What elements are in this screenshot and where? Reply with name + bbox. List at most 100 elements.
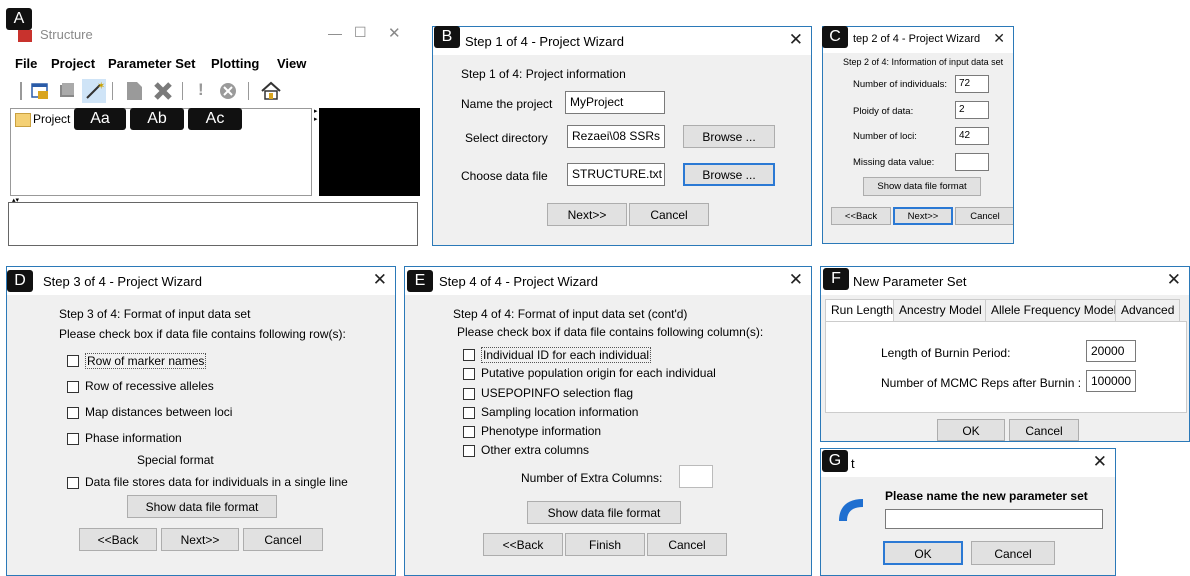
panel-label-c: C	[822, 26, 848, 48]
close-button[interactable]: ✕	[388, 24, 401, 42]
checkbox-label: Data file stores data for individuals in…	[85, 475, 348, 489]
menu-file[interactable]: File	[15, 56, 37, 71]
delete-icon[interactable]	[152, 80, 174, 102]
back-button[interactable]: <<Back	[79, 528, 157, 551]
checkbox-label: Sampling location information	[481, 405, 639, 419]
toolbar: ✶ !	[12, 78, 412, 104]
menu-view[interactable]: View	[277, 56, 306, 71]
checkbox-marker-names[interactable]	[67, 355, 79, 367]
dialog-title: Step 3 of 4 - Project Wizard	[43, 274, 202, 289]
menu-parameter-set[interactable]: Parameter Set	[108, 56, 195, 71]
checkbox-sampling-location[interactable]	[463, 407, 475, 419]
directory-input[interactable]: Rezaei\08 SSRs	[567, 125, 665, 148]
splitter-arrows[interactable]: ▸ ▸	[314, 108, 318, 138]
next-button[interactable]: Next>>	[547, 203, 627, 226]
show-data-file-format-button[interactable]: Show data file format	[863, 177, 981, 196]
minimize-button[interactable]: —	[328, 25, 342, 41]
browse-directory-button[interactable]: Browse ...	[683, 125, 775, 148]
checkbox-label: USEPOPINFO selection flag	[481, 386, 634, 400]
data-file-input[interactable]: STRUCTURE.txt	[567, 163, 665, 186]
ok-button[interactable]: OK	[883, 541, 963, 565]
special-format-heading: Special format	[137, 453, 214, 467]
cancel-button[interactable]: Cancel	[243, 528, 323, 551]
individuals-input[interactable]: 72	[955, 75, 989, 93]
tree-item-project[interactable]: Project	[33, 112, 70, 126]
next-button[interactable]: Next>>	[893, 207, 953, 225]
maximize-button[interactable]: ☐	[354, 24, 367, 41]
mcmc-label: Number of MCMC Reps after Burnin :	[881, 376, 1082, 390]
close-icon[interactable]: ✕	[1167, 270, 1181, 290]
tab-run-length[interactable]: Run Length	[825, 299, 900, 321]
toolbar-separator	[112, 82, 113, 100]
show-data-file-format-button[interactable]: Show data file format	[127, 495, 277, 518]
tab-ancestry-model[interactable]: Ancestry Model	[893, 299, 988, 321]
burnin-label: Length of Burnin Period:	[881, 346, 1011, 360]
individuals-label: Number of individuals:	[853, 79, 947, 90]
step-heading: Step 1 of 4: Project information	[461, 67, 626, 81]
checkbox-other-extra-columns[interactable]	[463, 445, 475, 457]
show-data-file-format-button[interactable]: Show data file format	[527, 501, 681, 524]
tab-strip: Run Length Ancestry Model Allele Frequen…	[825, 299, 1187, 321]
back-button[interactable]: <<Back	[831, 207, 891, 225]
checkbox-individual-id[interactable]	[463, 349, 475, 361]
callout-aa: Aa	[74, 108, 126, 130]
menu-project[interactable]: Project	[51, 56, 95, 71]
checkbox-label: Other extra columns	[481, 443, 590, 457]
checkbox-single-line[interactable]	[67, 477, 79, 489]
title-bar: Step 1 of 4 - Project Wizard ✕	[433, 27, 811, 55]
run-icon[interactable]: !	[198, 80, 204, 100]
data-file-label: Choose data file	[461, 169, 548, 183]
step-heading: Step 3 of 4: Format of input data set	[59, 307, 251, 321]
cancel-button[interactable]: Cancel	[647, 533, 727, 556]
back-button[interactable]: <<Back	[483, 533, 563, 556]
cancel-button[interactable]: Cancel	[1009, 419, 1079, 441]
dialog-title: Step 4 of 4 - Project Wizard	[439, 274, 598, 289]
toolbar-separator	[248, 82, 249, 100]
document-icon[interactable]	[124, 80, 144, 102]
mcmc-input[interactable]: 100000	[1086, 370, 1136, 392]
open-project-icon[interactable]	[57, 81, 77, 101]
new-parameter-set-dialog: New Parameter Set ✕ Run Length Ancestry …	[820, 266, 1190, 442]
checkbox-population-origin[interactable]	[463, 368, 475, 380]
tab-allele-frequency-model[interactable]: Allele Frequency Model	[985, 299, 1123, 321]
tab-advanced[interactable]: Advanced	[1115, 299, 1181, 321]
checkbox-usepopinfo[interactable]	[463, 388, 475, 400]
cancel-button[interactable]: Cancel	[971, 541, 1055, 565]
wizard-wand-icon[interactable]: ✶	[82, 79, 106, 103]
loci-input[interactable]: 42	[955, 127, 989, 145]
ploidy-input[interactable]: 2	[955, 101, 989, 119]
checkbox-map-distances[interactable]	[67, 407, 79, 419]
close-icon[interactable]: ✕	[789, 30, 803, 50]
close-icon[interactable]: ✕	[993, 30, 1005, 47]
menu-bar: File Project Parameter Set Plotting View	[15, 56, 415, 74]
finish-button[interactable]: Finish	[565, 533, 645, 556]
checkbox-phenotype[interactable]	[463, 426, 475, 438]
dialog-body: Run Length Ancestry Model Allele Frequen…	[821, 295, 1189, 441]
menu-plotting[interactable]: Plotting	[211, 56, 259, 71]
close-icon[interactable]: ✕	[789, 270, 803, 290]
parameter-set-name-input[interactable]	[885, 509, 1103, 529]
close-icon[interactable]: ✕	[1093, 452, 1107, 472]
panel-label-b: B	[434, 26, 460, 48]
cancel-button[interactable]: Cancel	[955, 207, 1013, 225]
new-project-icon[interactable]	[30, 81, 50, 101]
checkbox-phase-information[interactable]	[67, 433, 79, 445]
ok-button[interactable]: OK	[937, 419, 1005, 441]
extra-columns-input[interactable]	[679, 465, 713, 488]
burnin-input[interactable]: 20000	[1086, 340, 1136, 362]
project-wizard-step2-dialog: tep 2 of 4 - Project Wizard ✕ Step 2 of …	[822, 26, 1014, 244]
checkbox-recessive-alleles[interactable]	[67, 381, 79, 393]
step-heading: Step 4 of 4: Format of input data set (c…	[453, 307, 688, 321]
step-heading: Step 2 of 4: Information of input data s…	[843, 57, 1004, 67]
title-bar: Step 3 of 4 - Project Wizard ✕	[7, 267, 395, 295]
browse-data-file-button[interactable]: Browse ...	[683, 163, 775, 186]
missing-value-input[interactable]	[955, 153, 989, 171]
project-name-input[interactable]: MyProject	[565, 91, 665, 114]
stop-icon[interactable]	[218, 81, 238, 101]
title-bar: t ✕	[821, 449, 1115, 477]
close-icon[interactable]: ✕	[373, 270, 387, 290]
missing-value-label: Missing data value:	[853, 157, 935, 168]
home-icon[interactable]	[260, 80, 282, 102]
next-button[interactable]: Next>>	[161, 528, 239, 551]
cancel-button[interactable]: Cancel	[629, 203, 709, 226]
